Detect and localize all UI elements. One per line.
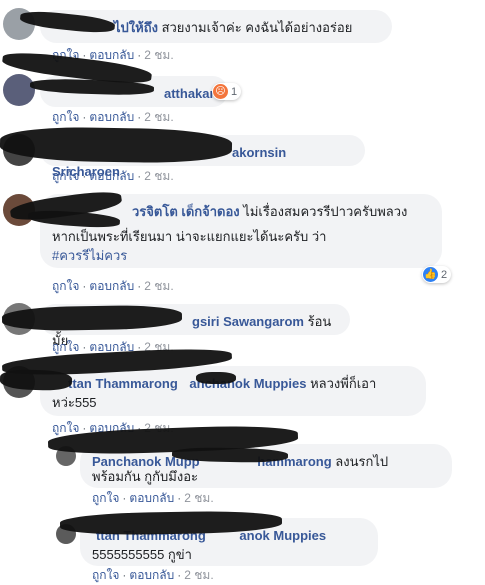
avatar[interactable] [3,74,35,106]
reaction-badge[interactable]: ☹ 1 [212,83,242,100]
like-link[interactable]: ถูกใจ [52,421,79,435]
commenter-name[interactable]: วรจิตโต เด็กจ้าดอง [132,204,240,219]
comment-actions: ถูกใจ·ตอบกลับ·2 ชม. [52,169,174,183]
reaction-count: 1 [231,85,238,98]
reaction-count: 2 [441,268,448,281]
comment-text: ไม่เรื่องสมควรรีปาวครับพลวง [243,204,408,219]
comment-actions: ถูกใจ·ตอบกลับ·2 ชม. [52,110,174,124]
hashtag-link[interactable]: #ควรรีไม่ควร [52,248,127,263]
reply-link[interactable]: ตอบกลับ [89,169,134,183]
redaction-mark [0,125,233,165]
comment-text: ลงนรกไป [335,454,389,469]
comment-actions: ถูกใจ·ตอบกลับ·2 ชม. [52,279,174,293]
like-link[interactable]: ถูกใจ [52,169,79,183]
timestamp[interactable]: 2 ชม. [184,491,213,505]
comment-text-line-2: หว่ะ555 [52,395,97,410]
like-link[interactable]: ถูกใจ [92,491,119,505]
reply-actions: ถูกใจ · ตอบกลับ · 2 ชม. [92,491,214,505]
reaction-badge[interactable]: 👍 2 [422,266,452,283]
reply-link[interactable]: ตอบกลับ [89,110,134,124]
timestamp[interactable]: 2 ชม. [184,568,213,582]
commenter-name[interactable]: ไปให้ถึง [114,20,158,35]
redaction-mark [196,372,236,384]
comment-text: 5555555555 กูข่า [92,547,192,562]
like-link[interactable]: ถูกใจ [92,568,119,582]
timestamp[interactable]: 2 ชม. [144,169,173,183]
reply-link[interactable]: ตอบกลับ [129,491,174,505]
reply-link[interactable]: ตอบกลับ [89,279,134,293]
like-link[interactable]: ถูกใจ [52,110,79,124]
comment-text-line-2: หากเป็นพระที่เรียนมา น่าจะแยกแยะได้นะครั… [52,229,327,244]
comment-text: หลวงพี่ก็เอา [310,376,377,391]
like-link[interactable]: ถูกใจ [52,279,79,293]
reply-link[interactable]: ตอบกลับ [129,568,174,582]
commenter-name[interactable]: ttan Thammarong [68,376,178,391]
like-emoji-icon: 👍 [423,267,438,282]
reply-actions: ถูกใจ · ตอบกลับ · 2 ชม. [92,568,214,582]
comment-text: สวยงามเจ้าค่ะ คงฉันได้อย่างอร่อย [161,20,353,35]
timestamp[interactable]: 2 ชม. [144,110,173,124]
comment-text-line-2: พร้อมกัน กูกับมึงอะ [92,469,198,484]
angry-emoji-icon: ☹ [213,84,228,99]
commenter-name[interactable]: gsiri Sawangarom [192,314,304,329]
like-link[interactable]: ถูกใจ [52,340,79,354]
timestamp[interactable]: 2 ชม. [144,279,173,293]
timestamp[interactable]: 2 ชม. [144,48,173,62]
